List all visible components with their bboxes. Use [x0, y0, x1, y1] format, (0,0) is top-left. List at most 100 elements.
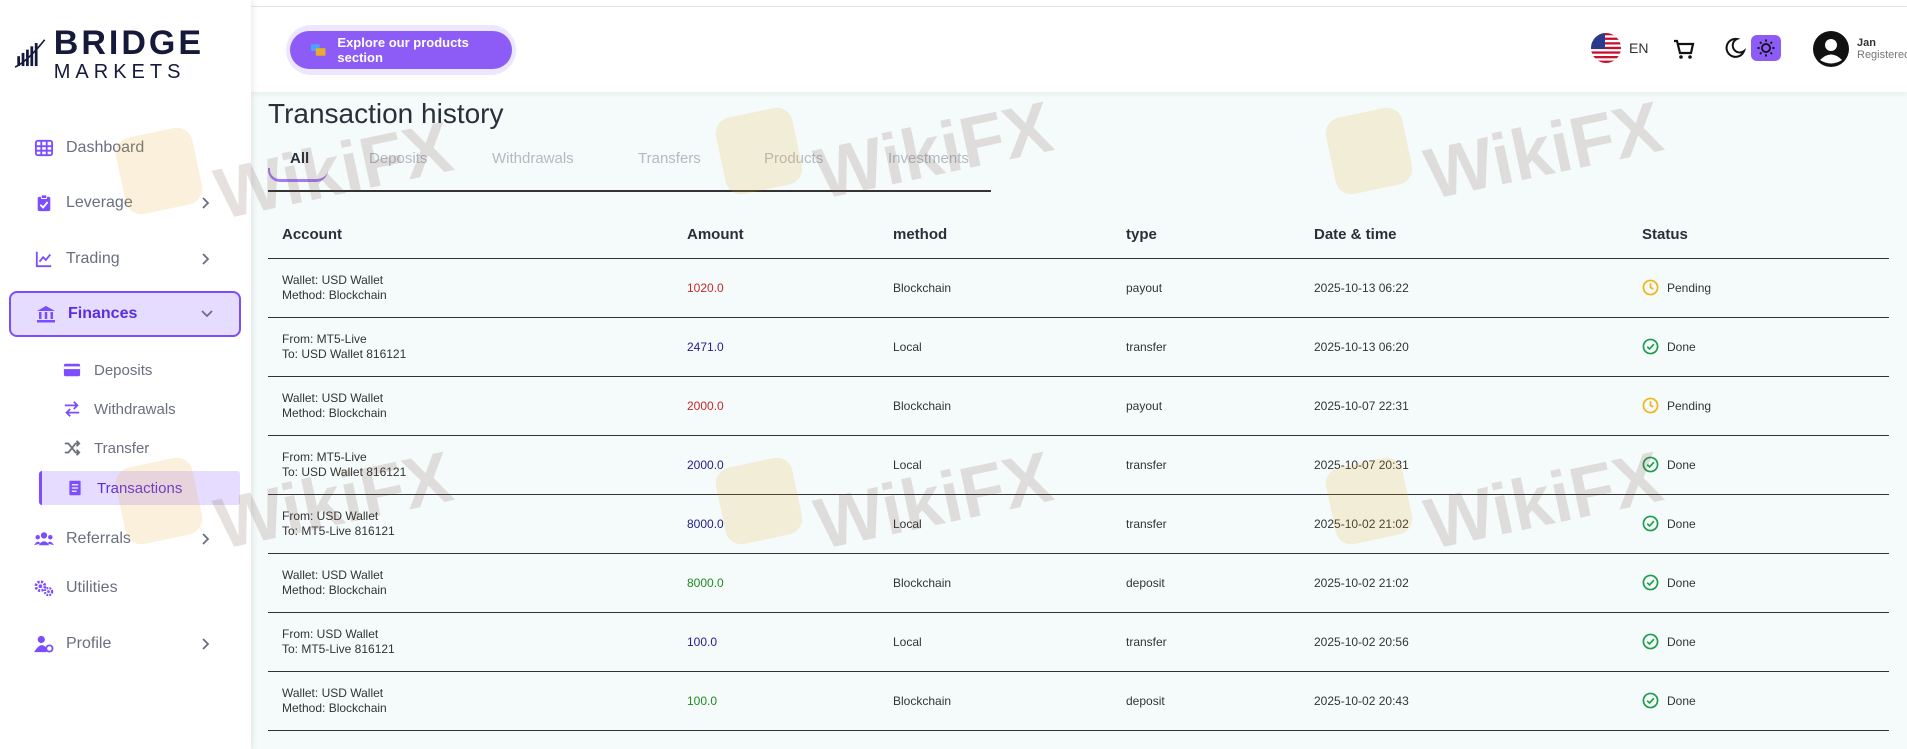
type-cell: transfer	[1112, 317, 1300, 377]
gears-icon	[34, 578, 54, 598]
moon-icon	[1725, 37, 1747, 58]
account-line-2: Method: Blockchain	[282, 700, 387, 715]
sidebar-subitem-transactions[interactable]: Transactions	[39, 471, 240, 505]
done-check-icon	[1642, 338, 1659, 355]
date-cell: 2025-10-02 20:56	[1300, 612, 1628, 672]
tab-transfers[interactable]: Transfers	[638, 150, 701, 167]
table-row[interactable]: From: MT5-Live To: USD Wallet 816121 2000.…	[268, 435, 1889, 495]
amount-cell: 8000.0	[673, 494, 879, 554]
tab-investments[interactable]: Investments	[888, 150, 969, 167]
table-row[interactable]: From: USD Wallet To: MT5-Live 816121 8000.…	[268, 494, 1889, 554]
theme-toggle[interactable]	[1723, 34, 1783, 62]
sidebar-item-dashboard[interactable]: Dashboard	[34, 134, 214, 162]
user-menu[interactable]: Jan Registered	[1813, 31, 1907, 67]
status-label: Done	[1667, 634, 1696, 649]
column-header-account: Account	[268, 212, 673, 259]
status-cell: Done	[1628, 671, 1889, 731]
sidebar-item-utilities[interactable]: Utilities	[34, 574, 214, 602]
sidebar-item-profile[interactable]: Profile	[34, 630, 214, 658]
column-header-status: Status	[1628, 212, 1889, 259]
type-cell: payout	[1112, 258, 1300, 318]
status-badge: Done	[1642, 338, 1889, 355]
amount-cell: 1020.0	[673, 258, 879, 318]
shopping-cart-icon[interactable]	[1673, 38, 1695, 60]
status-label: Done	[1667, 693, 1696, 708]
language-selector[interactable]: EN	[1591, 33, 1648, 63]
transactions-table: Account Amount method type Date & time S…	[268, 212, 1889, 731]
table-row[interactable]: Wallet: USD Wallet Method: Blockchain 2000…	[268, 376, 1889, 436]
user-role: Registered	[1857, 49, 1907, 61]
account-line-2: To: MT5-Live 816121	[282, 641, 395, 656]
tab-withdrawals[interactable]: Withdrawals	[492, 150, 574, 167]
table-row[interactable]: Wallet: USD Wallet Method: Blockchain 1020…	[268, 258, 1889, 318]
logo-text-markets: MARKETS	[53, 61, 186, 83]
account-line-1: Wallet: USD Wallet	[282, 685, 384, 700]
sidebar-item-label: Utilities	[66, 579, 118, 596]
account-cell: Wallet: USD Wallet Method: Blockchain	[268, 553, 673, 613]
date-cell: 2025-10-02 20:43	[1300, 671, 1628, 731]
user-name: Jan	[1857, 36, 1876, 49]
status-cell: Pending	[1628, 258, 1889, 318]
amount-cell: 2471.0	[673, 317, 879, 377]
tab-products[interactable]: Products	[764, 150, 823, 167]
status-cell: Done	[1628, 553, 1889, 613]
amount-cell: 100.0	[673, 612, 879, 672]
account-cell: From: USD Wallet To: MT5-Live 816121	[268, 494, 673, 554]
explore-products-button[interactable]: Explore our products section	[290, 31, 512, 69]
status-cell: Done	[1628, 494, 1889, 554]
user-avatar-icon	[1813, 31, 1849, 67]
main-content: Transaction history All Deposits Withdra…	[251, 92, 1907, 749]
users-icon	[34, 529, 54, 549]
bridge-markets-logo[interactable]: BRIDGE MARKETS	[14, 26, 204, 82]
sidebar-subitem-label: Transactions	[97, 479, 183, 497]
sidebar-item-leverage[interactable]: Leverage	[34, 189, 214, 217]
type-cell: transfer	[1112, 494, 1300, 554]
chevron-right-icon	[202, 253, 210, 265]
sidebar-item-label: Referrals	[66, 530, 131, 547]
done-check-icon	[1642, 692, 1659, 709]
sidebar-subitem-deposits[interactable]: Deposits	[62, 358, 240, 382]
type-cell: payout	[1112, 376, 1300, 436]
method-cell: Local	[879, 494, 1112, 554]
account-line-1: Wallet: USD Wallet	[282, 567, 384, 582]
status-cell: Done	[1628, 612, 1889, 672]
status-label: Done	[1667, 575, 1696, 590]
status-badge: Done	[1642, 515, 1889, 532]
done-check-icon	[1642, 574, 1659, 591]
account-cell: Wallet: USD Wallet Method: Blockchain	[268, 376, 673, 436]
credit-card-icon	[62, 360, 82, 380]
tab-deposits[interactable]: Deposits	[369, 150, 427, 167]
method-cell: Blockchain	[879, 258, 1112, 318]
sidebar-item-finances[interactable]: Finances	[9, 291, 241, 337]
table-row[interactable]: Wallet: USD Wallet Method: Blockchain 100.…	[268, 671, 1889, 731]
table-row[interactable]: Wallet: USD Wallet Method: Blockchain 8000…	[268, 553, 1889, 613]
amount-cell: 2000.0	[673, 435, 879, 495]
table-row[interactable]: From: USD Wallet To: MT5-Live 816121 100.0…	[268, 612, 1889, 672]
chevron-right-icon	[202, 638, 210, 650]
column-header-method: method	[879, 212, 1112, 259]
method-cell: Blockchain	[879, 376, 1112, 436]
dashboard-grid-icon	[34, 138, 54, 158]
done-check-icon	[1642, 456, 1659, 473]
sidebar-item-trading[interactable]: Trading	[34, 245, 214, 273]
account-cell: Wallet: USD Wallet Method: Blockchain	[268, 258, 673, 318]
column-header-amount: Amount	[673, 212, 879, 259]
arrows-exchange-icon	[62, 399, 82, 419]
status-badge: Done	[1642, 692, 1889, 709]
type-cell: deposit	[1112, 553, 1300, 613]
status-badge: Done	[1642, 574, 1889, 591]
sidebar-subitem-withdrawals[interactable]: Withdrawals	[62, 397, 240, 421]
sidebar-item-referrals[interactable]: Referrals	[34, 525, 214, 553]
done-check-icon	[1642, 515, 1659, 532]
tab-all[interactable]: All	[290, 150, 309, 167]
account-line-1: From: USD Wallet	[282, 508, 379, 523]
table-row[interactable]: From: MT5-Live To: USD Wallet 816121 2471.…	[268, 317, 1889, 377]
sidebar-subitem-label: Deposits	[94, 361, 153, 379]
sidebar-subitem-transfer[interactable]: Transfer	[62, 436, 240, 460]
account-line-2: Method: Blockchain	[282, 582, 387, 597]
chevron-down-icon	[201, 310, 213, 318]
date-cell: 2025-10-02 21:02	[1300, 553, 1628, 613]
bridge-bars-logo-icon	[14, 39, 46, 68]
shuffle-icon	[62, 438, 82, 458]
active-tab-indicator	[268, 168, 328, 182]
